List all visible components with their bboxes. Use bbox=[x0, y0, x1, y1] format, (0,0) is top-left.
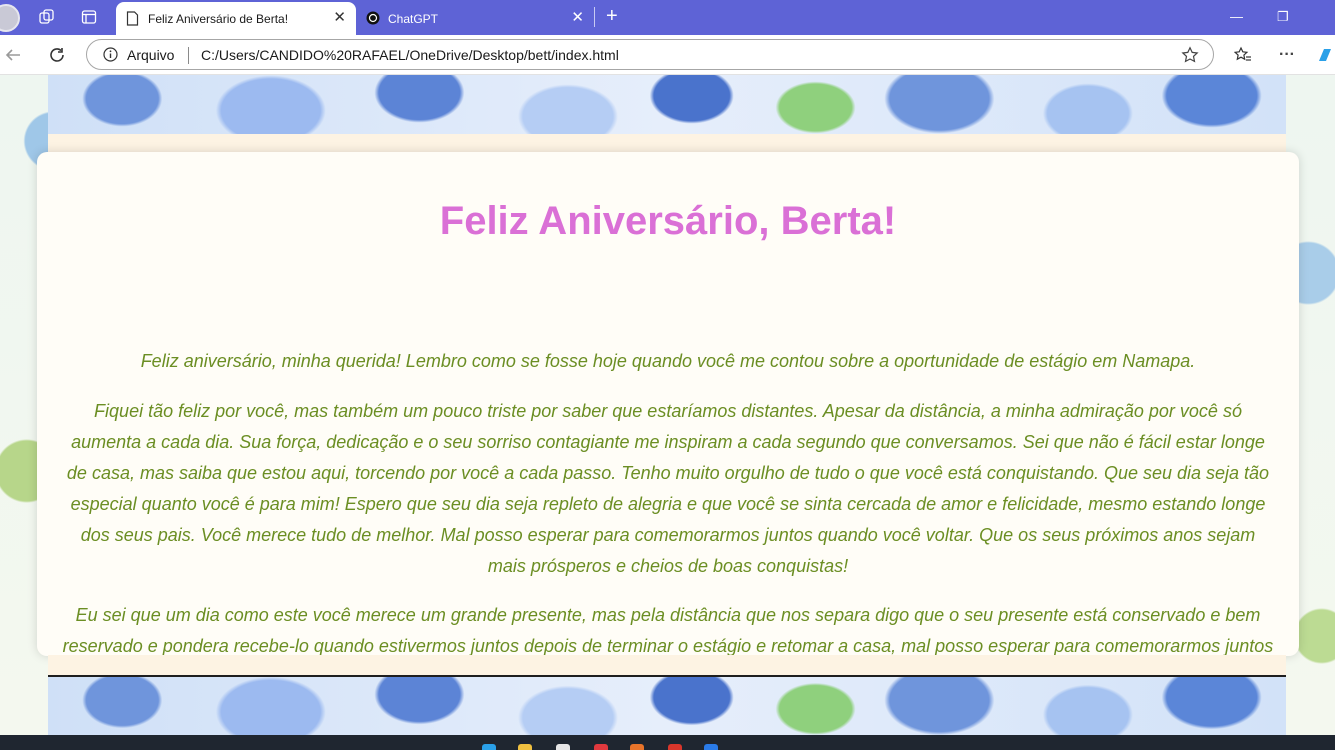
page-heading: Feliz Aniversário, Berta! bbox=[439, 199, 897, 243]
back-icon[interactable] bbox=[2, 44, 24, 66]
chatgpt-favicon bbox=[366, 11, 380, 26]
refresh-icon[interactable] bbox=[46, 44, 68, 66]
taskbar-app-icon[interactable] bbox=[556, 744, 570, 750]
birthday-card: Feliz Aniversário, Berta! Feliz aniversá… bbox=[37, 152, 1299, 687]
taskbar-app-icon[interactable] bbox=[668, 744, 682, 750]
browser-toolbar: Arquivo C:/Users/CANDIDO%20RAFAEL/OneDri… bbox=[0, 35, 1335, 75]
cream-band-bottom bbox=[48, 655, 1286, 675]
tab-label: ChatGPT bbox=[388, 11, 439, 26]
browser-title-bar: Feliz Aniversário de Berta! ✕ ChatGPT ✕ … bbox=[0, 0, 1335, 35]
info-icon[interactable] bbox=[103, 47, 118, 62]
floral-banner-bottom bbox=[48, 675, 1286, 735]
tab-feliz-aniversario[interactable]: Feliz Aniversário de Berta! ✕ bbox=[116, 2, 356, 35]
cream-band-top bbox=[48, 134, 1286, 152]
web-page-content: Feliz Aniversário, Berta! Feliz aniversá… bbox=[0, 75, 1335, 735]
new-tab-icon[interactable]: + bbox=[606, 6, 618, 26]
address-separator bbox=[188, 47, 189, 64]
url-text[interactable]: C:/Users/CANDIDO%20RAFAEL/OneDrive/Deskt… bbox=[201, 47, 619, 63]
close-icon[interactable]: ✕ bbox=[333, 10, 346, 25]
address-bar[interactable]: Arquivo C:/Users/CANDIDO%20RAFAEL/OneDri… bbox=[86, 39, 1214, 70]
taskbar-app-icon[interactable] bbox=[594, 744, 608, 750]
tab-chatgpt[interactable]: ChatGPT ✕ bbox=[356, 2, 594, 35]
favorites-icon[interactable] bbox=[1232, 44, 1254, 66]
message-paragraph-2: Fiquei tão feliz por você, mas também um… bbox=[66, 401, 1270, 576]
tab-label: Feliz Aniversário de Berta! bbox=[148, 11, 289, 26]
floral-banner-top bbox=[48, 75, 1286, 134]
tab-separator bbox=[594, 7, 595, 27]
favorite-star-icon[interactable] bbox=[1181, 46, 1199, 64]
scheme-label[interactable]: Arquivo bbox=[127, 47, 174, 63]
taskbar-vscode-icon[interactable] bbox=[704, 744, 718, 750]
page-favicon bbox=[126, 11, 140, 26]
more-icon[interactable]: ··· bbox=[1276, 44, 1298, 66]
workspaces-icon[interactable] bbox=[38, 8, 56, 26]
profile-avatar-icon[interactable] bbox=[0, 4, 20, 32]
taskbar-app-icon[interactable] bbox=[630, 744, 644, 750]
os-taskbar bbox=[0, 735, 1335, 750]
minimize-icon[interactable]: — bbox=[1230, 9, 1243, 24]
close-icon[interactable]: ✕ bbox=[571, 10, 584, 25]
message-paragraph-1: Feliz aniversário, minha querida! Lembro… bbox=[140, 351, 1196, 371]
taskbar-explorer-icon[interactable] bbox=[518, 744, 532, 750]
copilot-icon[interactable] bbox=[1314, 44, 1335, 66]
maximize-icon[interactable]: ❐ bbox=[1277, 9, 1289, 25]
taskbar-edge-icon[interactable] bbox=[482, 744, 496, 750]
tab-actions-icon[interactable] bbox=[80, 8, 98, 26]
